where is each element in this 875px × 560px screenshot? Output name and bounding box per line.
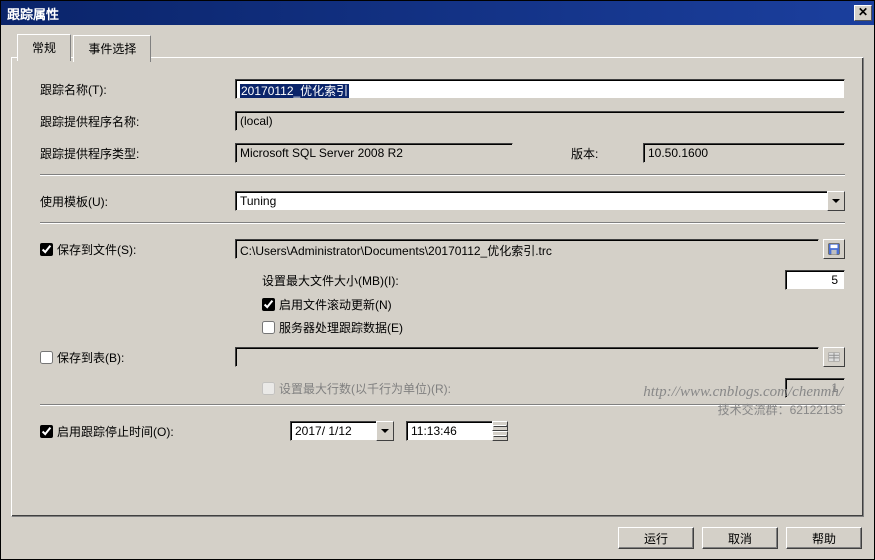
dialog-window: 跟踪属性 ✕ 常规 事件选择 跟踪名称(T): 20170112_优化索引 跟踪… <box>0 0 875 560</box>
save-to-table-checkbox[interactable] <box>40 351 53 364</box>
version-label: 版本: <box>571 145 643 162</box>
provider-name-value: (local) <box>235 111 845 131</box>
provider-name-label: 跟踪提供程序名称: <box>40 113 235 130</box>
version-value: 10.50.1600 <box>643 143 845 163</box>
enable-stop-checkbox[interactable] <box>40 425 53 438</box>
content-area: 常规 事件选择 跟踪名称(T): 20170112_优化索引 跟踪提供程序名称:… <box>1 25 874 559</box>
template-label: 使用模板(U): <box>40 193 235 210</box>
cancel-button[interactable]: 取消 <box>702 527 778 549</box>
rollover-label: 启用文件滚动更新(N) <box>279 296 392 313</box>
stop-time-picker[interactable]: 11:13:46 <box>406 421 508 441</box>
trace-name-input[interactable]: 20170112_优化索引 <box>235 79 845 99</box>
tab-general[interactable]: 常规 <box>17 34 71 61</box>
stop-date-value: 2017/ 1/12 <box>290 421 376 441</box>
chevron-down-icon[interactable] <box>827 191 845 211</box>
window-title: 跟踪属性 <box>7 4 854 23</box>
browse-file-button[interactable] <box>823 239 845 259</box>
help-button[interactable]: 帮助 <box>786 527 862 549</box>
general-panel: 跟踪名称(T): 20170112_优化索引 跟踪提供程序名称: (local)… <box>11 57 864 517</box>
spin-down-button[interactable] <box>492 431 508 441</box>
max-rows-checkbox <box>262 382 275 395</box>
enable-stop-label: 启用跟踪停止时间(O): <box>57 423 174 440</box>
template-combo[interactable]: Tuning <box>235 191 845 211</box>
button-bar: 运行 取消 帮助 <box>618 527 862 549</box>
template-value: Tuning <box>235 191 827 211</box>
provider-type-label: 跟踪提供程序类型: <box>40 145 235 162</box>
file-path-value: C:\Users\Administrator\Documents\2017011… <box>235 239 819 259</box>
max-file-size-input[interactable] <box>785 270 845 290</box>
trace-name-label: 跟踪名称(T): <box>40 81 235 98</box>
save-to-file-checkbox[interactable] <box>40 243 53 256</box>
max-rows-input <box>785 378 845 398</box>
table-path-value <box>235 347 819 367</box>
close-button[interactable]: ✕ <box>854 5 872 21</box>
rollover-checkbox[interactable] <box>262 298 275 311</box>
browse-table-button <box>823 347 845 367</box>
provider-type-value: Microsoft SQL Server 2008 R2 <box>235 143 513 163</box>
stop-date-picker[interactable]: 2017/ 1/12 <box>290 421 394 441</box>
separator-1 <box>40 174 845 176</box>
save-to-file-label: 保存到文件(S): <box>57 241 136 258</box>
stop-time-value: 11:13:46 <box>406 421 492 441</box>
max-rows-label: 设置最大行数(以千行为单位)(R): <box>279 380 451 397</box>
server-process-checkbox[interactable] <box>262 321 275 334</box>
spin-up-button[interactable] <box>492 421 508 431</box>
chevron-down-icon[interactable] <box>376 421 394 441</box>
save-icon <box>827 242 841 256</box>
separator-2 <box>40 222 845 224</box>
titlebar[interactable]: 跟踪属性 ✕ <box>1 1 874 25</box>
separator-3 <box>40 404 845 406</box>
run-button[interactable]: 运行 <box>618 527 694 549</box>
server-process-label: 服务器处理跟踪数据(E) <box>279 319 403 336</box>
tab-events[interactable]: 事件选择 <box>73 35 151 62</box>
table-icon <box>827 350 841 364</box>
save-to-table-label: 保存到表(B): <box>57 349 124 366</box>
max-file-size-label: 设置最大文件大小(MB)(I): <box>262 272 522 289</box>
tabstrip: 常规 事件选择 <box>17 33 150 60</box>
